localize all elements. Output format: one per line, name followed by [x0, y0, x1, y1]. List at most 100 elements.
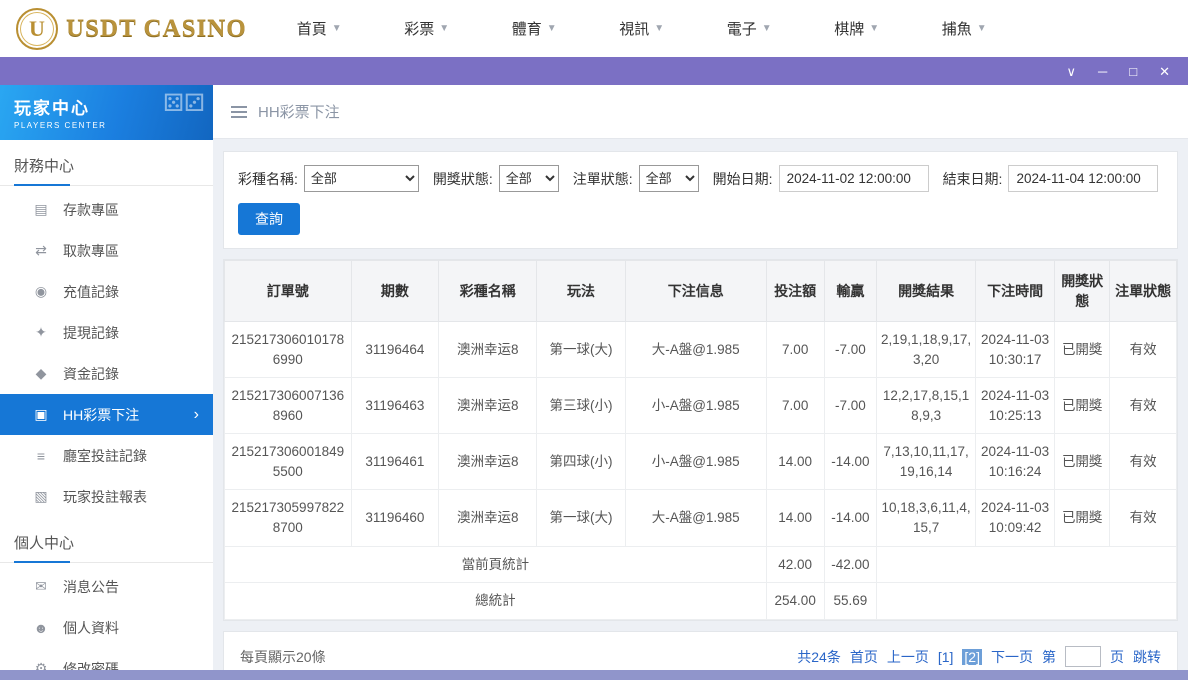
nav-label: 捕魚 [942, 18, 972, 39]
total-summary-winloss: 55.69 [824, 583, 876, 620]
cell-play: 第一球(大) [537, 490, 626, 546]
menu-toggle-icon[interactable] [231, 106, 247, 118]
players-center-banner: 玩家中心 PLAYERS CENTER ⚄⚂ [0, 85, 213, 140]
card-icon: ▤ [32, 201, 50, 218]
page-1-link[interactable]: [1] [938, 649, 954, 665]
column-header-time: 下注時間 [976, 261, 1055, 322]
sidebar-item-label: HH彩票下注 [63, 405, 139, 425]
sidebar: 玩家中心 PLAYERS CENTER ⚄⚂ 財務中心 ▤ 存款專區 ⇄ 取款專… [0, 85, 213, 670]
chevron-down-icon: ▼ [977, 23, 987, 34]
sidebar-item-withdraw-record[interactable]: ✦ 提現記錄 [0, 312, 213, 353]
nav-item-video[interactable]: 視訊▼ [619, 18, 664, 39]
dice-icon: ⚄⚂ [163, 89, 205, 118]
sidebar-item-label: 消息公告 [63, 577, 119, 597]
breadcrumb: HH彩票下注 [213, 85, 1188, 139]
nav-item-chess[interactable]: 棋牌▼ [834, 18, 879, 39]
order-status-select[interactable]: 全部 [639, 165, 699, 192]
sidebar-item-label: 取款專區 [63, 241, 119, 261]
cell-bet-info: 小-A盤@1.985 [625, 434, 766, 490]
gear-icon: ⚙ [32, 660, 50, 670]
bets-table-card: 訂單號 期數 彩種名稱 玩法 下注信息 投注額 輸贏 開獎結果 下注時間 開獎狀… [223, 259, 1178, 621]
nav-item-sports[interactable]: 體育▼ [512, 18, 557, 39]
cell-order-no: 2152173060101786990 [225, 322, 352, 378]
cell-result: 12,2,17,8,15,18,9,3 [877, 378, 976, 434]
first-page-link[interactable]: 首页 [850, 647, 878, 667]
cell-bet-info: 小-A盤@1.985 [625, 378, 766, 434]
sidebar-item-funds-record[interactable]: ◆ 資金記錄 [0, 353, 213, 394]
cell-result: 2,19,1,18,9,17,3,20 [877, 322, 976, 378]
window-bottom-strip [0, 670, 1188, 680]
sidebar-item-label: 資金記錄 [63, 364, 119, 384]
sidebar-item-room-bet-records[interactable]: ≡ 廳室投註記錄 [0, 435, 213, 476]
page-summary-bet: 42.00 [766, 546, 824, 583]
nav-item-fishing[interactable]: 捕魚 ▼ [942, 18, 987, 39]
column-header-result: 開獎結果 [877, 261, 976, 322]
jump-button[interactable]: 跳转 [1133, 647, 1161, 667]
sidebar-item-profile[interactable]: ☻ 個人資料 [0, 607, 213, 648]
collapse-icon[interactable]: ∨ [1067, 65, 1077, 78]
column-header-winloss: 輸贏 [824, 261, 876, 322]
sidebar-item-hh-lottery-bets[interactable]: ▣ HH彩票下注 › [0, 394, 213, 435]
page-size-text: 每頁顯示20條 [240, 647, 326, 667]
total-count-text: 共24条 [797, 647, 841, 667]
close-icon[interactable]: ✕ [1159, 65, 1170, 78]
query-button[interactable]: 查詢 [238, 203, 300, 235]
total-summary-label: 總統計 [225, 583, 767, 620]
cell-play: 第三球(小) [537, 378, 626, 434]
cell-order-status: 有效 [1110, 378, 1177, 434]
transfer-icon: ⇄ [32, 242, 50, 259]
chevron-down-icon: ▼ [869, 23, 879, 34]
cell-amount: 7.00 [766, 378, 824, 434]
cell-lottery: 澳洲幸运8 [439, 490, 537, 546]
cell-order-no: 2152173059978228700 [225, 490, 352, 546]
column-header-lottery: 彩種名稱 [439, 261, 537, 322]
jump-page-input[interactable] [1065, 646, 1101, 667]
cell-draw-status: 已開獎 [1055, 378, 1110, 434]
cell-result: 10,18,3,6,11,4,15,7 [877, 490, 976, 546]
sidebar-item-recharge-record[interactable]: ◉ 充值記錄 [0, 271, 213, 312]
cell-lottery: 澳洲幸运8 [439, 434, 537, 490]
sidebar-item-label: 玩家投註報表 [63, 487, 147, 507]
sidebar-item-announcements[interactable]: ✉ 消息公告 [0, 566, 213, 607]
cell-draw-status: 已開獎 [1055, 322, 1110, 378]
sidebar-item-deposit[interactable]: ▤ 存款專區 [0, 189, 213, 230]
sidebar-item-label: 廳室投註記錄 [63, 446, 147, 466]
prev-page-link[interactable]: 上一页 [887, 647, 929, 667]
start-date-input[interactable] [779, 165, 929, 192]
cell-winloss: -14.00 [824, 490, 876, 546]
end-date-input[interactable] [1008, 165, 1158, 192]
lottery-name-select[interactable]: 全部 [304, 165, 419, 192]
next-page-link[interactable]: 下一页 [991, 647, 1033, 667]
section-finance-center: 財務中心 [0, 140, 213, 186]
cell-lottery: 澳洲幸运8 [439, 322, 537, 378]
nav-item-home[interactable]: 首頁▼ [297, 18, 342, 39]
nav-item-lottery[interactable]: 彩票▼ [404, 18, 449, 39]
logo-monogram: U [29, 16, 45, 42]
sidebar-item-label: 充值記錄 [63, 282, 119, 302]
cell-period: 31196463 [351, 378, 439, 434]
chevron-down-icon: ▼ [654, 23, 664, 34]
sidebar-item-change-password[interactable]: ⚙ 修改密碼 [0, 648, 213, 670]
draw-status-select[interactable]: 全部 [499, 165, 559, 192]
table-row: 2152173060071368960 31196463 澳洲幸运8 第三球(小… [225, 378, 1177, 434]
jump-prefix-label: 第 [1042, 647, 1056, 667]
sidebar-item-player-bet-report[interactable]: ▧ 玩家投註報表 [0, 476, 213, 517]
page-2-link[interactable]: [2] [962, 649, 982, 665]
pager: 共24条 首页 上一页 [1] [2] 下一页 第 页 跳转 [797, 646, 1161, 667]
cell-amount: 7.00 [766, 322, 824, 378]
sidebar-item-withdraw[interactable]: ⇄ 取款專區 [0, 230, 213, 271]
cell-draw-status: 已開獎 [1055, 490, 1110, 546]
report-icon: ▧ [32, 488, 50, 505]
cell-time: 2024-11-03 10:30:17 [976, 322, 1055, 378]
nav-item-electronic[interactable]: 電子▼ [727, 18, 772, 39]
cashout-icon: ✦ [32, 324, 50, 341]
section-personal-center: 個人中心 [0, 517, 213, 563]
minimize-icon[interactable]: ─ [1098, 65, 1107, 78]
cell-lottery: 澳洲幸运8 [439, 378, 537, 434]
draw-status-label: 開獎狀態: [433, 169, 493, 189]
cell-bet-info: 大-A盤@1.985 [625, 322, 766, 378]
page-summary-label: 當前頁統計 [225, 546, 767, 583]
user-icon: ☻ [32, 620, 50, 636]
maximize-icon[interactable]: □ [1129, 65, 1137, 78]
cell-bet-info: 大-A盤@1.985 [625, 490, 766, 546]
